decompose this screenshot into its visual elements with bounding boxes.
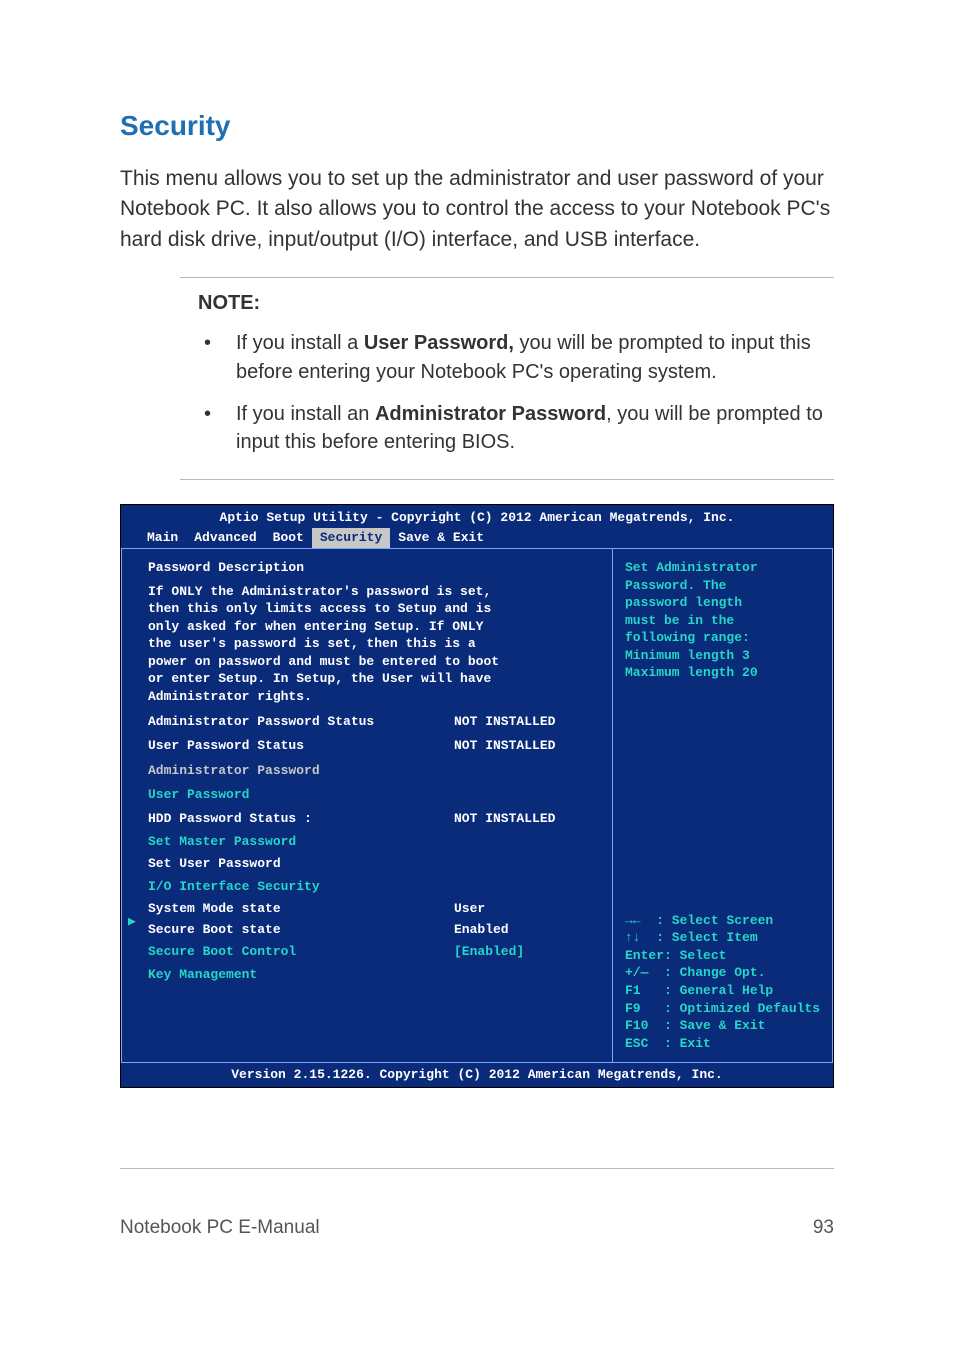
page-footer: Notebook PC E-Manual 93 [0,1169,954,1269]
bios-tabs: Main Advanced Boot Security Save & Exit [121,526,833,548]
row-value: [Enabled] [454,943,594,961]
footer-left: Notebook PC E-Manual [120,1217,774,1239]
row-value: NOT INSTALLED [454,810,594,828]
password-description-heading: Password Description [148,559,594,577]
desc-line: power on password and must be entered to… [148,653,594,671]
row-value: Enabled [454,921,594,939]
note-item: • If you install a User Password, you wi… [198,329,834,386]
help-line: password length [625,594,822,612]
row-label: Secure Boot Control [148,943,454,961]
bios-tab-main[interactable]: Main [139,528,186,548]
help-key-line: F9 : Optimized Defaults [625,1000,822,1018]
row-label: Key Management [148,966,454,984]
help-line: Password. The [625,577,822,595]
bios-body: ▶ Password Description If ONLY the Admin… [121,548,833,1062]
row-label: Administrator Password [148,762,454,780]
help-key-line: F10 : Save & Exit [625,1017,822,1035]
row-value: User [454,900,594,918]
row-set-master-pw[interactable]: Set Master Password [148,833,594,851]
bios-footer: Version 2.15.1226. Copyright (C) 2012 Am… [121,1062,833,1087]
row-label: Set User Password [148,855,454,873]
row-secure-boot-control[interactable]: Secure Boot Control[Enabled] [148,943,594,961]
section-title: Security [120,110,834,142]
help-line: Minimum length 3 [625,647,822,665]
bullet-icon: • [198,400,236,457]
note-text-bold: Administrator Password [375,403,606,425]
help-line: following range: [625,629,822,647]
desc-line: then this only limits access to Setup an… [148,600,594,618]
row-label: Administrator Password Status [148,713,454,731]
row-key-management[interactable]: Key Management [148,966,594,984]
row-admin-password[interactable]: Administrator Password [148,762,594,780]
bios-tab-save-exit[interactable]: Save & Exit [390,528,492,548]
help-key-line: F1 : General Help [625,982,822,1000]
desc-line: only asked for when entering Setup. If O… [148,618,594,636]
help-key-line: ESC : Exit [625,1035,822,1053]
help-line: Maximum length 20 [625,664,822,682]
help-key-line: ↑↓ : Select Item [625,929,822,947]
submenu-pointer-icon: ▶ [128,913,136,931]
row-admin-pw-status: Administrator Password StatusNOT INSTALL… [148,713,594,731]
help-line: Set Administrator [625,559,822,577]
row-label: User Password Status [148,737,454,755]
note-item: • If you install an Administrator Passwo… [198,400,834,457]
row-value: NOT INSTALLED [454,713,594,731]
bios-title-bar: Aptio Setup Utility - Copyright (C) 2012… [121,505,833,527]
row-user-password[interactable]: User Password [148,786,594,804]
help-key-line: →← : Select Screen [625,912,822,930]
bios-tab-security[interactable]: Security [312,528,390,548]
row-label: I/O Interface Security [148,878,454,896]
bullet-icon: • [198,329,236,386]
note-text-bold: User Password, [364,332,514,354]
row-label: Secure Boot state [148,921,454,939]
row-system-mode-state: System Mode stateUser [148,900,594,918]
row-io-interface-security[interactable]: I/O Interface Security [148,878,594,896]
row-value [454,833,594,851]
row-value [454,966,594,984]
row-label: HDD Password Status : [148,810,454,828]
help-key-line: Enter: Select [625,947,822,965]
row-user-pw-status: User Password StatusNOT INSTALLED [148,737,594,755]
bios-main-panel: ▶ Password Description If ONLY the Admin… [121,549,613,1062]
row-value [454,878,594,896]
note-box: NOTE: • If you install a User Password, … [180,277,834,480]
help-line: must be in the [625,612,822,630]
row-label: User Password [148,786,454,804]
note-text-pre: If you install an [236,403,375,425]
desc-line: or enter Setup. In Setup, the User will … [148,670,594,688]
row-label: Set Master Password [148,833,454,851]
section-paragraph: This menu allows you to set up the admin… [120,164,834,255]
bios-screenshot: Aptio Setup Utility - Copyright (C) 2012… [120,504,834,1088]
bios-tab-advanced[interactable]: Advanced [186,528,264,548]
desc-line: Administrator rights. [148,688,594,706]
row-hdd-pw-status: HDD Password Status :NOT INSTALLED [148,810,594,828]
row-value [454,786,594,804]
bios-help-panel: Set Administrator Password. The password… [613,549,833,1062]
desc-line: If ONLY the Administrator's password is … [148,583,594,601]
help-key-line: +/— : Change Opt. [625,964,822,982]
desc-line: the user's password is set, then this is… [148,635,594,653]
row-value [454,762,594,780]
footer-page-number: 93 [774,1217,834,1239]
note-text-pre: If you install a [236,332,364,354]
row-value [454,855,594,873]
row-value: NOT INSTALLED [454,737,594,755]
bios-tab-boot[interactable]: Boot [265,528,312,548]
row-set-user-pw[interactable]: Set User Password [148,855,594,873]
row-label: System Mode state [148,900,454,918]
note-label: NOTE: [198,292,834,315]
row-secure-boot-state: Secure Boot stateEnabled [148,921,594,939]
